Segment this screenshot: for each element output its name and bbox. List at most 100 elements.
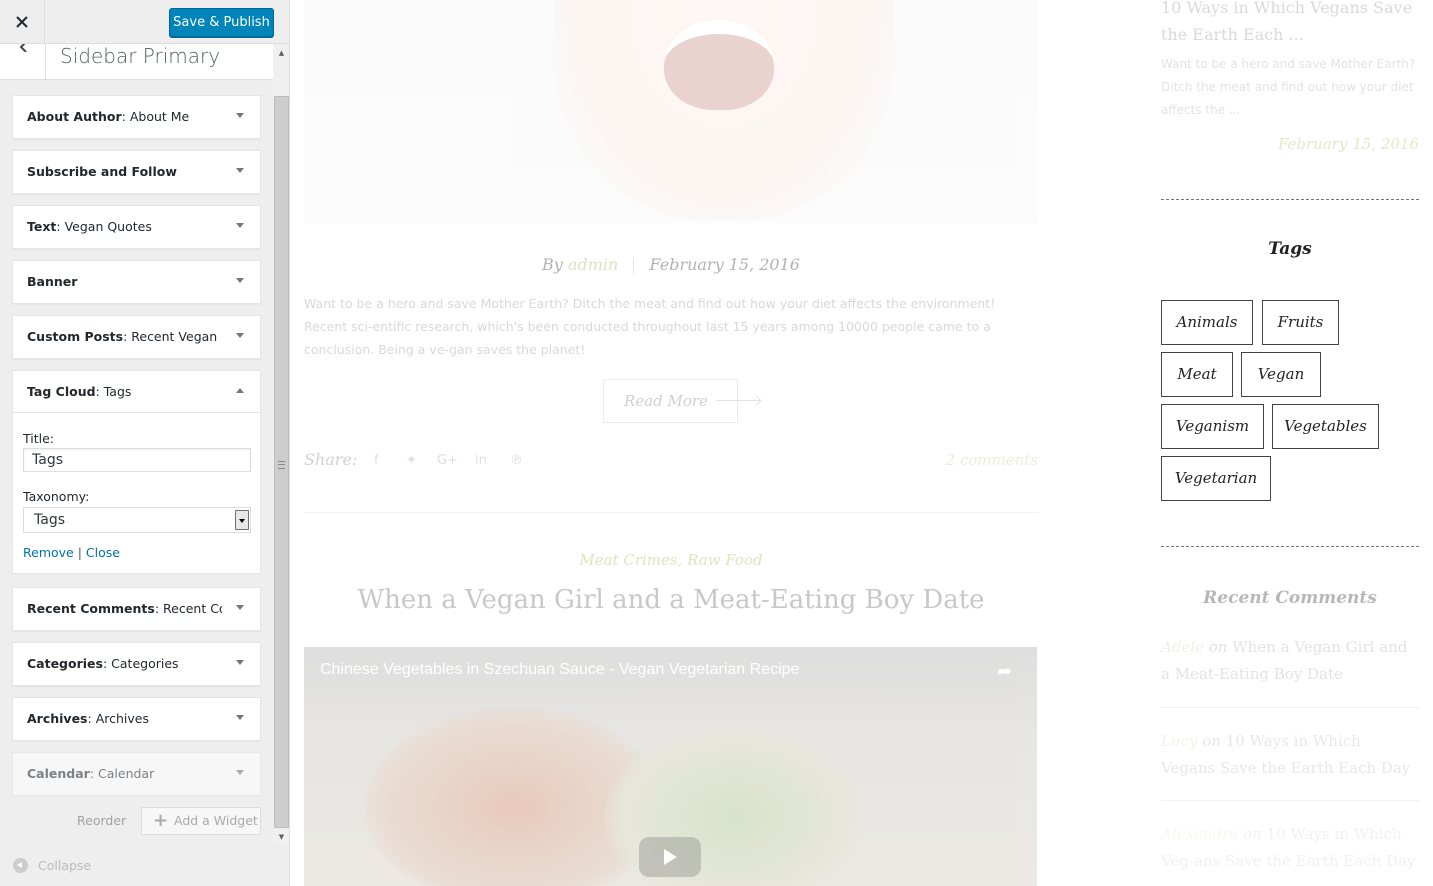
save-publish-button[interactable]: Save & Publish <box>169 8 274 37</box>
comment-author[interactable]: Adele <box>1161 638 1204 656</box>
recent-post-date: February 15, 2016 <box>1277 135 1419 153</box>
google-plus-icon[interactable]: G+ <box>437 453 458 468</box>
post-meta: By admin February 15, 2016 <box>304 255 1038 274</box>
share-row: Share: f ✦ G+ in ℗ 2 comments <box>304 450 1038 472</box>
widget-title: Calendar: Calendar <box>27 766 155 781</box>
widget-tag-cloud[interactable]: Tag Cloud: Tags <box>12 370 261 413</box>
comments-link[interactable]: 2 comments <box>946 451 1038 469</box>
taxonomy-label: Taxonomy: <box>23 489 90 504</box>
post-date: February 15, 2016 <box>649 255 800 274</box>
post-divider <box>304 512 1038 513</box>
widget-custom-posts[interactable]: Custom Posts: Recent Vegan ... <box>12 315 261 359</box>
back-button[interactable] <box>0 42 46 80</box>
expand-arrow-icon[interactable] <box>236 660 244 665</box>
reorder-button[interactable]: Reorder <box>77 813 126 828</box>
comment-on: on <box>1208 638 1228 656</box>
post-title[interactable]: When a Vegan Girl and a Meat-Eating Boy … <box>304 585 1038 615</box>
tag-link[interactable]: Veganism <box>1161 404 1264 449</box>
widget-title: Text: Vegan Quotes <box>27 219 152 234</box>
expand-arrow-icon[interactable] <box>236 113 244 118</box>
widget-title: Recent Comments: Recent Co... <box>27 601 222 616</box>
widget-title: About Author: About Me <box>27 109 190 124</box>
scroll-up-arrow-icon[interactable]: ▲ <box>273 44 289 61</box>
tag-link[interactable]: Animals <box>1161 300 1253 345</box>
embedded-video[interactable]: Chinese Vegetables in Szechuan Sauce - V… <box>304 647 1037 886</box>
widget-title: Archives: Archives <box>27 711 149 726</box>
expand-arrow-icon[interactable] <box>236 715 244 720</box>
tags-widget-title: Tags <box>1268 239 1312 259</box>
comment-author[interactable]: Lucy <box>1161 732 1198 750</box>
expand-arrow-icon[interactable] <box>236 770 244 775</box>
tag-link[interactable]: Vegetables <box>1272 404 1379 449</box>
close-customizer-button[interactable] <box>0 0 45 44</box>
expand-arrow-icon[interactable] <box>236 168 244 173</box>
tag-link[interactable]: Fruits <box>1262 300 1339 345</box>
widget-about-author[interactable]: About Author: About Me <box>12 95 261 139</box>
expand-arrow-icon[interactable] <box>236 333 244 338</box>
pinterest-icon[interactable]: ℗ <box>510 453 523 468</box>
add-widget-button[interactable]: + Add a Widget <box>141 807 261 835</box>
read-more-button[interactable]: Read More <box>603 379 738 423</box>
collapse-arrow-icon <box>13 858 28 873</box>
comment-divider <box>1161 707 1419 708</box>
title-input[interactable] <box>23 448 251 472</box>
expand-arrow-icon[interactable] <box>236 605 244 610</box>
remove-widget-link[interactable]: Remove <box>23 545 74 560</box>
expand-arrow-icon[interactable] <box>236 223 244 228</box>
widget-title: Custom Posts: Recent Vegan ... <box>27 329 222 344</box>
comment-on: on <box>1243 825 1262 843</box>
close-widget-link[interactable]: Close <box>86 545 120 560</box>
plus-icon: + <box>153 810 169 831</box>
tag-link[interactable]: Meat <box>1161 352 1233 397</box>
widget-archives[interactable]: Archives: Archives <box>12 697 261 741</box>
linkedin-icon[interactable]: in <box>475 453 487 468</box>
widget-subscribe-follow[interactable]: Subscribe and Follow <box>12 150 261 194</box>
by-label: By <box>542 255 563 274</box>
widget-banner[interactable]: Banner <box>12 260 261 304</box>
tag-link[interactable]: Vegetarian <box>1161 456 1271 501</box>
post-categories[interactable]: Meat Crimes, Raw Food <box>304 551 1038 569</box>
close-icon <box>16 16 28 28</box>
play-button[interactable] <box>639 837 701 877</box>
comment-on: on <box>1202 732 1221 750</box>
twitter-icon[interactable]: ✦ <box>406 453 417 468</box>
post-excerpt: Want to be a hero and save Mother Earth?… <box>304 296 996 357</box>
scrollbar-thumb[interactable] <box>274 96 289 828</box>
expand-arrow-icon[interactable] <box>236 278 244 283</box>
taxonomy-select[interactable]: Tags <box>23 507 251 533</box>
widget-divider <box>1161 546 1419 547</box>
widget-text[interactable]: Text: Vegan Quotes <box>12 205 261 249</box>
recent-comment-item: Alexandra on 10 Ways in Which Veg-ans Sa… <box>1161 821 1419 875</box>
share-arrow-icon[interactable]: ➦ <box>997 661 1017 682</box>
recent-comment-item: Adele on When a Vegan Girl and a Meat-Ea… <box>1161 634 1419 688</box>
recent-post-title[interactable]: 10 Ways in Which Vegans Save the Earth E… <box>1161 0 1419 48</box>
comment-author[interactable]: Alexandra <box>1161 825 1238 843</box>
customizer-header: Save & Publish <box>0 0 289 44</box>
widget-calendar[interactable]: Calendar: Calendar <box>12 752 261 796</box>
author-link[interactable]: admin <box>568 255 618 274</box>
collapse-arrow-icon[interactable] <box>236 388 244 393</box>
scroll-down-arrow-icon[interactable]: ▼ <box>273 829 289 844</box>
facebook-icon[interactable]: f <box>374 453 379 468</box>
section-title: Sidebar Primary <box>60 44 221 68</box>
post-featured-image <box>304 0 1038 223</box>
site-preview: By admin February 15, 2016 Want to be a … <box>290 0 1433 886</box>
tag-link[interactable]: Vegan <box>1241 352 1321 397</box>
widget-title: Categories: Categories <box>27 656 179 671</box>
widget-categories[interactable]: Categories: Categories <box>12 642 261 686</box>
blog-sidebar: 10 Ways in Which Vegans Save the Earth E… <box>1161 0 1419 886</box>
title-label: Title: <box>23 431 54 446</box>
collapse-label: Collapse <box>38 858 92 873</box>
arrow-right-icon <box>716 400 760 401</box>
widget-divider <box>1161 199 1419 200</box>
share-label: Share: <box>304 450 358 469</box>
sidebar-scrollbar[interactable]: ▲ ▼ <box>273 44 289 844</box>
collapse-button[interactable]: Collapse <box>13 858 91 873</box>
widget-title: Banner <box>27 274 78 289</box>
dropdown-arrow-icon[interactable] <box>235 510 249 530</box>
widget-title: Subscribe and Follow <box>27 164 177 179</box>
add-widget-label: Add a Widget <box>174 813 258 828</box>
widget-recent-comments[interactable]: Recent Comments: Recent Co... <box>12 587 261 631</box>
comment-post-link[interactable]: 10 Ways in Which Vegans Save the Earth E… <box>1161 732 1410 777</box>
video-title[interactable]: Chinese Vegetables in Szechuan Sauce - V… <box>320 661 799 679</box>
